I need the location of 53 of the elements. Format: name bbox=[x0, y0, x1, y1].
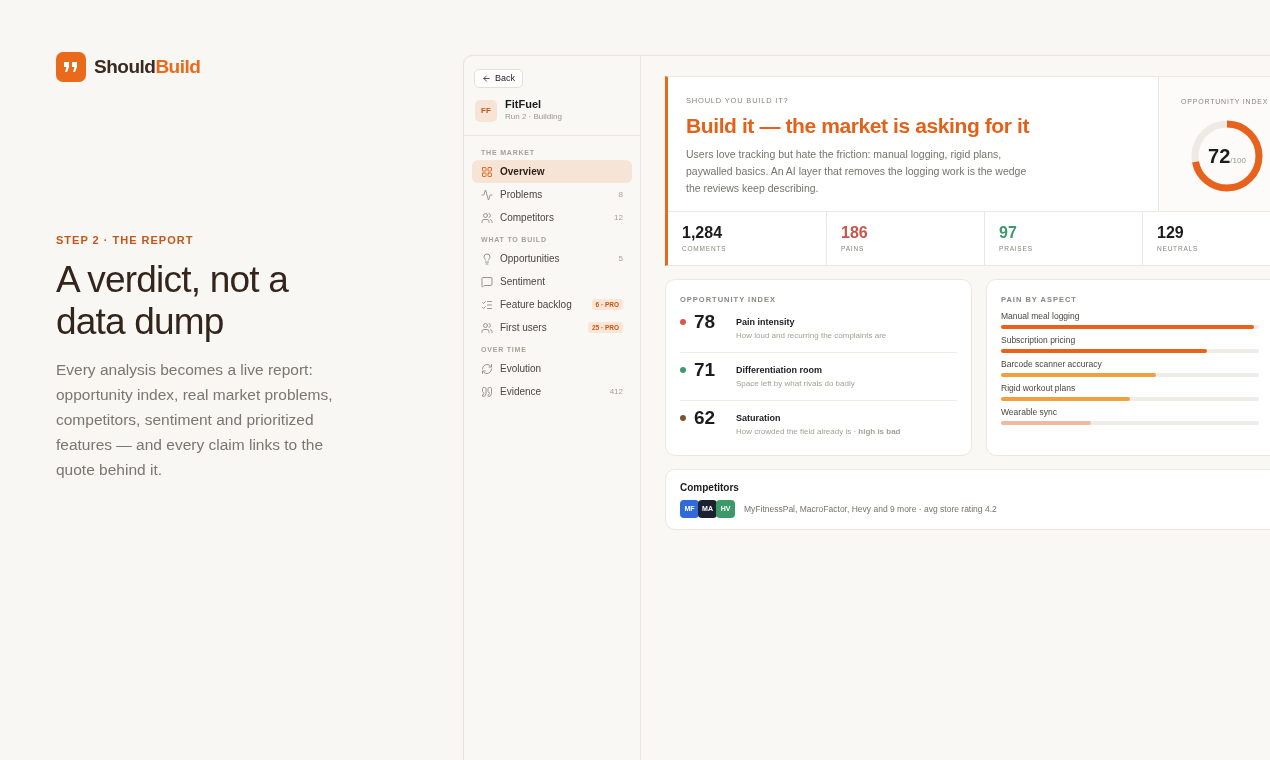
refresh-icon bbox=[481, 362, 493, 375]
nav-item[interactable]: Evolution bbox=[472, 357, 632, 380]
score-value: 72/100 bbox=[1208, 143, 1246, 169]
aspect-label: Manual meal logging bbox=[1001, 311, 1081, 323]
people-icon bbox=[481, 211, 493, 224]
card-title: Competitors bbox=[680, 481, 740, 495]
project-name: FitFuel bbox=[505, 98, 543, 111]
stat-value: 129 bbox=[1157, 223, 1185, 242]
nav-item[interactable]: Evidence 412 bbox=[472, 380, 632, 403]
aspect-label: Barcode scanner accuracy bbox=[1001, 359, 1103, 371]
nav-item[interactable]: Overview bbox=[472, 160, 632, 183]
score-number: 78 bbox=[694, 311, 717, 334]
back-button[interactable]: Back bbox=[474, 69, 523, 88]
aspect-label: Subscription pricing bbox=[1001, 335, 1077, 347]
nav-item[interactable]: Opportunities 5 bbox=[472, 247, 632, 270]
stat-value: 97 bbox=[999, 223, 1018, 242]
stat-value: 186 bbox=[841, 223, 869, 242]
metric-name: Differentiation room bbox=[736, 364, 823, 378]
verdict-summary: Users love tracking but hate the friction: manual logging, rigid plans, paywalled basics. An AI layer that removes the logging work is the wedge the reviews keep describing. bbox=[686, 146, 1028, 196]
score-number: 71 bbox=[694, 359, 717, 382]
lightbulb-icon bbox=[481, 252, 493, 265]
metric-name: Pain intensity bbox=[736, 316, 796, 330]
metric-name: Saturation bbox=[736, 412, 782, 426]
metric-note: Space left by what rivals do badly bbox=[736, 377, 856, 389]
people-icon bbox=[481, 321, 493, 334]
chat-bubble-icon bbox=[481, 275, 493, 288]
step-label: STEP 2 · THE REPORT bbox=[56, 233, 195, 248]
arrow-left-icon bbox=[482, 74, 491, 83]
nav-item[interactable]: Competitors 12 bbox=[472, 206, 632, 229]
quote-icon bbox=[481, 385, 493, 398]
checklist-icon bbox=[481, 298, 493, 311]
count-label: 5 bbox=[618, 252, 623, 265]
metric-note: How crowded the field already is · high is bad bbox=[736, 425, 902, 437]
nav-item[interactable]: Sentiment bbox=[472, 270, 632, 293]
count-label: 8 bbox=[618, 188, 623, 201]
pulse-icon bbox=[481, 188, 493, 201]
grid-icon bbox=[481, 165, 493, 178]
project-avatar: FF bbox=[475, 99, 497, 122]
competitor-summary: MyFitnessPal, MacroFactor, Hevy and 9 more · avg store rating 4.2 bbox=[744, 502, 997, 516]
nav-item[interactable]: Problems 8 bbox=[472, 183, 632, 206]
project-meta: Run 2 · Building bbox=[505, 111, 562, 123]
headline: A verdict, not a data dump bbox=[56, 258, 290, 343]
score-number: 62 bbox=[694, 407, 717, 430]
verdict-title: Build it — the market is asking for it bbox=[686, 113, 1031, 140]
aspect-label: Wearable sync bbox=[1001, 407, 1059, 419]
logo-icon bbox=[56, 52, 86, 82]
count-label: 412 bbox=[609, 385, 623, 398]
intro-paragraph: Every analysis becomes a live report: opportunity index, real market problems, competitors, sentiment and prioritized features — and every claim links to the quote behind it. bbox=[56, 359, 334, 480]
metric-note: How loud and recurring the complaints are bbox=[736, 329, 888, 341]
stat-value: 1,284 bbox=[682, 223, 724, 242]
aspect-label: Rigid workout plans bbox=[1001, 383, 1077, 395]
brand-name: ShouldBuild bbox=[94, 54, 201, 79]
count-label: 12 bbox=[614, 211, 623, 224]
